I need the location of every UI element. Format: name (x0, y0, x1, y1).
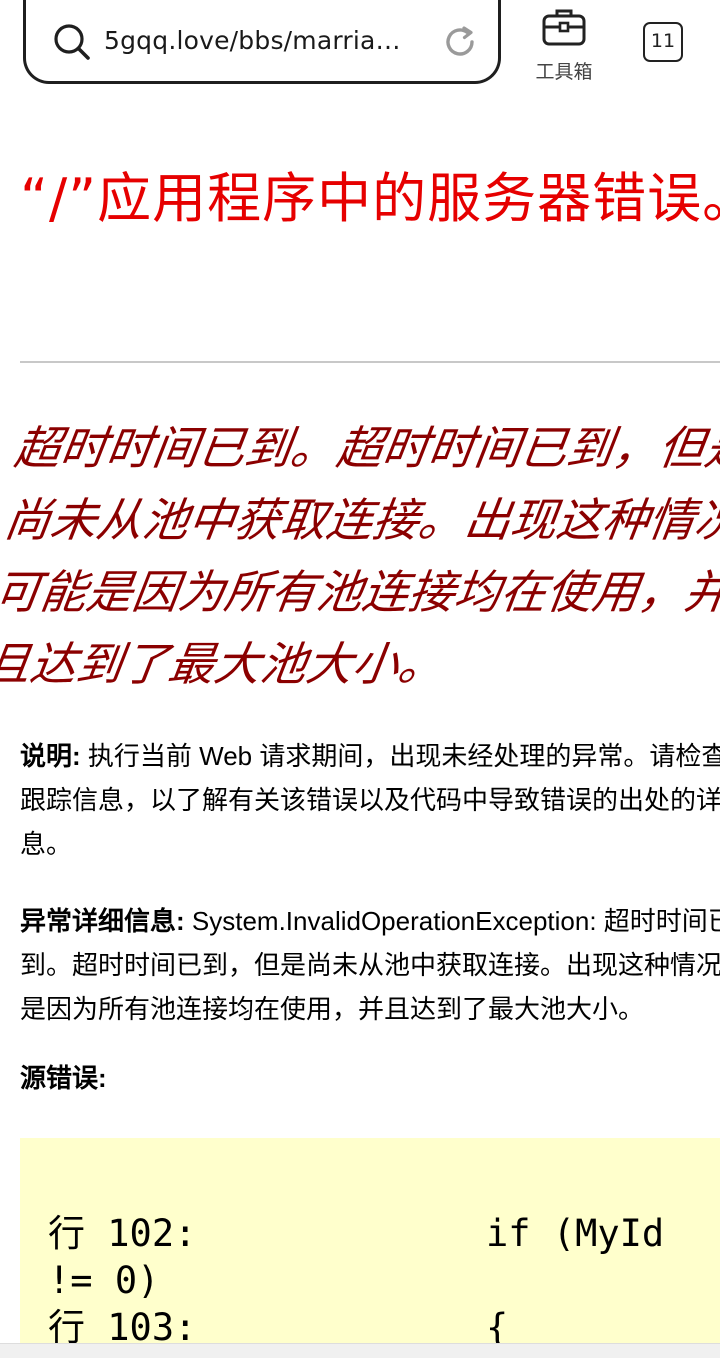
source-code-box: 行 102: if (MyId != 0) 行 103: { (20, 1138, 720, 1347)
description-text: 执行当前 Web 请求期间，出现未经处理的异常。请检查堆栈跟踪信息，以了解有关该… (20, 741, 720, 859)
address-bar[interactable]: 5gqq.love/bbs/marriag... (23, 0, 501, 84)
description-paragraph: 说明: 执行当前 Web 请求期间，出现未经处理的异常。请检查堆栈跟踪信息，以了… (20, 734, 720, 866)
error-message: 超时时间已到。超时时间已到，但是尚未从池中获取连接。出现这种情况可能是因为所有池… (0, 421, 720, 691)
source-code: 行 102: if (MyId != 0) 行 103: { (48, 1212, 665, 1347)
url-text[interactable]: 5gqq.love/bbs/marriag... (104, 26, 414, 55)
toolbox-button[interactable]: 工具箱 (528, 6, 600, 86)
source-error-label: 源错误: (20, 1063, 107, 1093)
page-title: “/”应用程序中的服务器错误。 (20, 167, 720, 230)
bottom-bar (0, 1343, 720, 1358)
tabs-counter-button[interactable]: 11 (643, 22, 683, 62)
title-divider (20, 361, 720, 363)
page-content: “/”应用程序中的服务器错误。 超时时间已到。超时时间已到，但是尚未从池中获取连… (0, 96, 720, 1347)
exception-label: 异常详细信息: (20, 906, 185, 936)
description-label: 说明: (20, 741, 81, 771)
browser-top-bar: 5gqq.love/bbs/marriag... 工具箱 11 (0, 0, 720, 96)
search-icon (54, 24, 90, 60)
toolbox-label: 工具箱 (535, 61, 593, 83)
reload-icon[interactable] (442, 24, 478, 60)
exception-details-paragraph: 异常详细信息: System.InvalidOperationException… (20, 899, 720, 1031)
toolbox-icon (542, 9, 586, 46)
